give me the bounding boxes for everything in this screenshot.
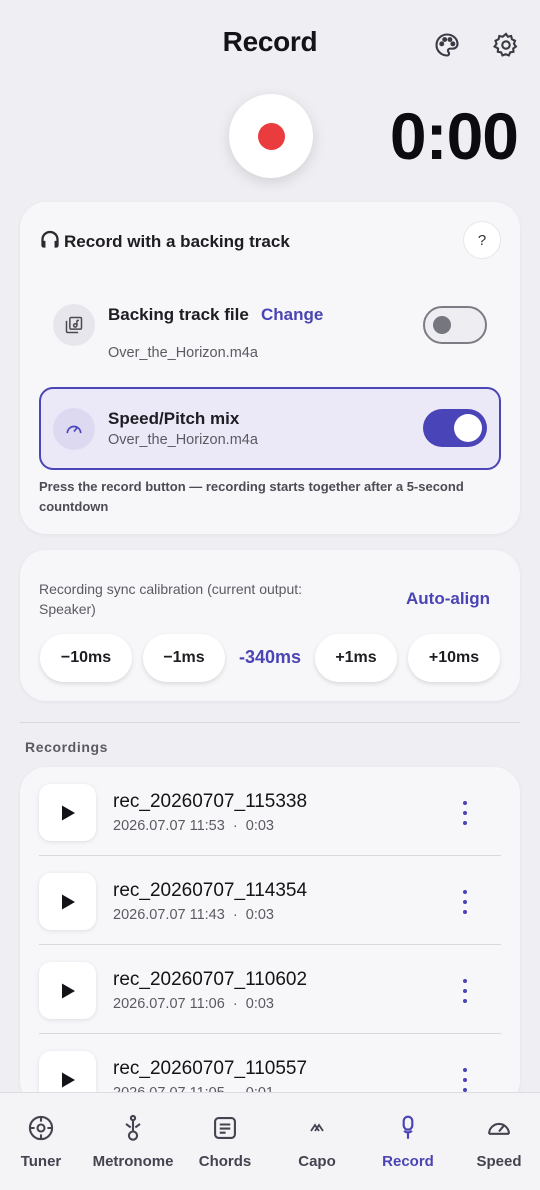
- nav-item-capo[interactable]: Capo: [271, 1093, 363, 1190]
- nav-label: Chords: [198, 1153, 252, 1170]
- headphones-icon: [39, 229, 61, 254]
- minus-10ms-button[interactable]: −10ms: [40, 634, 132, 682]
- play-button[interactable]: [39, 784, 96, 841]
- nav-label: Tuner: [20, 1153, 62, 1170]
- list-item[interactable]: rec_20260707_115338 2026.07.07 11:53 · 0…: [20, 767, 520, 856]
- recording-name: rec_20260707_110557: [113, 1058, 308, 1079]
- play-icon: [61, 894, 75, 909]
- minus-1ms-button[interactable]: −1ms: [143, 634, 225, 682]
- recording-meta: 2026.07.07 11:53 · 0:03: [113, 818, 274, 834]
- nav-item-tuner[interactable]: Tuner: [0, 1093, 87, 1190]
- toggle-knob: [454, 414, 482, 442]
- nav-item-record[interactable]: Record: [362, 1093, 454, 1190]
- recording-timer: 0:00: [389, 99, 519, 173]
- nav-label: Record: [382, 1153, 434, 1170]
- more-options-icon[interactable]: [458, 979, 472, 1003]
- metronome-icon: [87, 1113, 179, 1143]
- speed-pitch-mix-label: Speed/Pitch mix: [108, 409, 240, 428]
- calibration-label: Recording sync calibration (current outp…: [39, 581, 303, 617]
- play-button[interactable]: [39, 962, 96, 1019]
- backing-track-title: Record with a backing track: [39, 229, 290, 254]
- more-options-icon[interactable]: [458, 1068, 472, 1092]
- recording-meta: 2026.07.07 11:06 · 0:03: [113, 996, 274, 1012]
- plus-1ms-button[interactable]: +1ms: [315, 634, 397, 682]
- nav-item-chords[interactable]: Chords: [179, 1093, 271, 1190]
- nav-label: Capo: [298, 1153, 336, 1170]
- record-dot-icon: [257, 122, 285, 150]
- help-button[interactable]: ?: [463, 221, 501, 259]
- recording-name: rec_20260707_110602: [113, 969, 308, 990]
- nav-item-speed[interactable]: Speed: [453, 1093, 540, 1190]
- recording-name: rec_20260707_115338: [113, 791, 308, 812]
- recordings-heading: Recordings: [25, 739, 109, 755]
- bottom-navigation: Tuner Metronome Chords Capo Record Speed: [0, 1092, 540, 1190]
- plus-10ms-button[interactable]: +10ms: [408, 634, 500, 682]
- change-file-link[interactable]: Change: [261, 305, 323, 325]
- nav-item-metronome[interactable]: Metronome: [87, 1093, 179, 1190]
- play-icon: [61, 1072, 75, 1087]
- toggle-knob: [433, 316, 451, 334]
- speed-pitch-mix-toggle[interactable]: [423, 409, 487, 447]
- backing-track-title-text: Record with a backing track: [64, 231, 290, 251]
- backing-file-name: Over_the_Horizon.m4a: [108, 345, 258, 361]
- nav-label: Metronome: [92, 1153, 174, 1170]
- record-button[interactable]: [229, 94, 313, 178]
- capo-icon: [271, 1113, 363, 1143]
- countdown-hint: Press the record button — recording star…: [39, 479, 464, 514]
- play-button[interactable]: [39, 873, 96, 930]
- microphone-icon: [362, 1113, 454, 1143]
- play-icon: [61, 805, 75, 820]
- gear-icon[interactable]: [489, 28, 523, 62]
- more-options-icon[interactable]: [458, 890, 472, 914]
- music-library-icon: [53, 304, 95, 346]
- mix-file-name: Over_the_Horizon.m4a: [108, 432, 258, 448]
- recording-name: rec_20260707_114354: [113, 880, 308, 901]
- play-icon: [61, 983, 75, 998]
- more-options-icon[interactable]: [458, 801, 472, 825]
- section-divider: [20, 722, 520, 723]
- backing-file-toggle[interactable]: [423, 306, 487, 344]
- list-item[interactable]: rec_20260707_114354 2026.07.07 11:43 · 0…: [20, 856, 520, 945]
- speedometer-icon: [53, 408, 95, 450]
- speedometer-icon: [453, 1113, 540, 1143]
- chords-icon: [179, 1113, 271, 1143]
- recording-meta: 2026.07.07 11:43 · 0:03: [113, 907, 274, 923]
- palette-icon[interactable]: [430, 28, 464, 62]
- nav-label: Speed: [476, 1153, 522, 1170]
- backing-file-label: Backing track file: [108, 305, 249, 324]
- auto-align-button[interactable]: Auto-align: [406, 589, 490, 609]
- list-item[interactable]: rec_20260707_110602 2026.07.07 11:06 · 0…: [20, 945, 520, 1034]
- calibration-offset-value: -340ms: [238, 647, 302, 667]
- tuner-icon: [0, 1113, 87, 1143]
